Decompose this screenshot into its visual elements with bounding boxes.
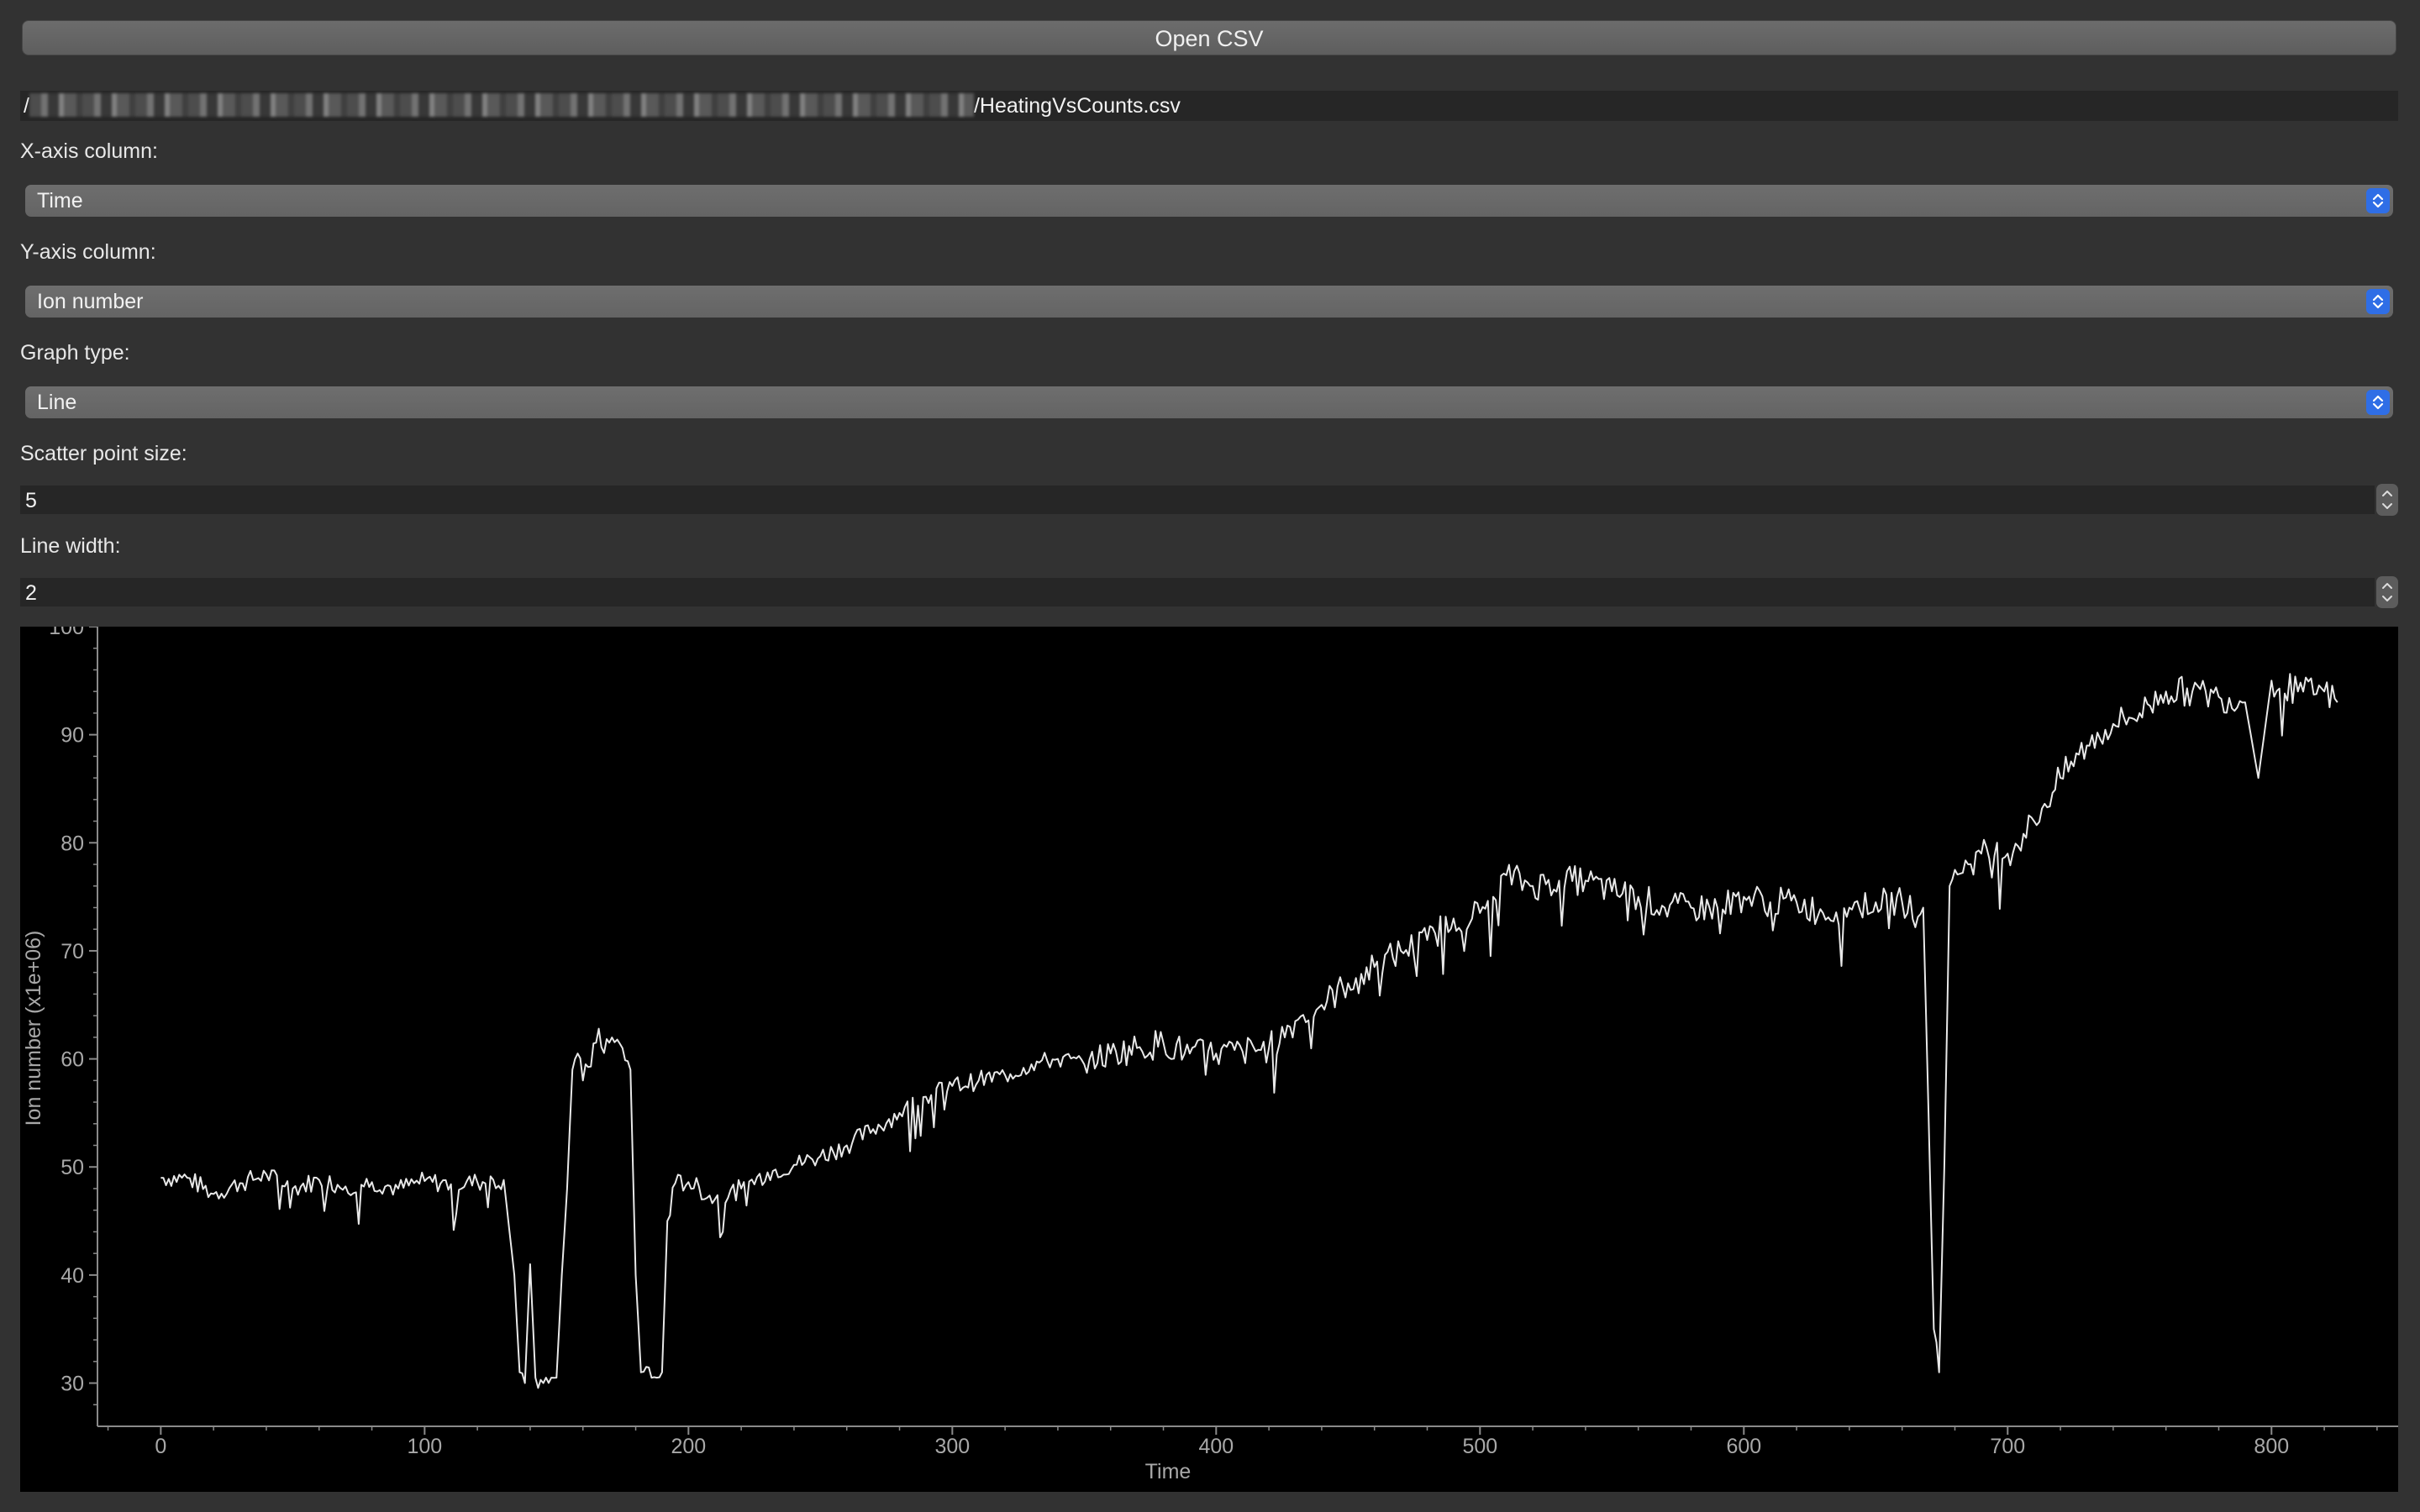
x-axis-column-value: Time	[37, 189, 83, 213]
x-tick-label: 200	[671, 1435, 706, 1458]
y-tick-label: 80	[60, 832, 84, 855]
x-tick-label: 700	[1990, 1435, 2025, 1458]
x-tick-label: 800	[2254, 1435, 2289, 1458]
x-tick-label: 300	[934, 1435, 970, 1458]
scatter-point-size-input[interactable]: 5	[20, 486, 2375, 514]
line-width-input[interactable]: 2	[20, 578, 2375, 606]
plot-area[interactable]: 0 100 200 300 400 500 600 700 800 30 40 50 60 70 80 90 1…	[20, 616, 2398, 1492]
line-width-stepper[interactable]	[2376, 576, 2398, 608]
series-line	[160, 673, 2338, 1389]
y-axis-label: Ion number (x1e+06)	[22, 931, 45, 1126]
x-tick-label: 500	[1462, 1435, 1497, 1458]
y-tick-label: 90	[60, 724, 84, 748]
y-tick-label: 50	[60, 1156, 84, 1179]
y-axis-select-chevron-icon	[2366, 289, 2390, 314]
line-width-label: Line width:	[20, 534, 121, 558]
y-tick-label: 30	[60, 1373, 84, 1396]
open-csv-button[interactable]: Open CSV	[22, 20, 2396, 55]
y-tick-label: 40	[60, 1264, 84, 1288]
file-path-filename: /HeatingVsCounts.csv	[973, 94, 1181, 118]
scatter-point-size-label: Scatter point size:	[20, 442, 187, 465]
y-tick-label: 60	[60, 1048, 84, 1072]
x-axis-column-label: X-axis column:	[20, 139, 158, 163]
file-path-prefix: /	[24, 94, 29, 118]
x-tick-label: 100	[407, 1435, 442, 1458]
x-tick-label: 600	[1726, 1435, 1761, 1458]
y-axis-column-label: Y-axis column:	[20, 240, 156, 264]
x-axis-select-chevron-icon	[2366, 188, 2390, 213]
x-tick-label: 0	[155, 1435, 166, 1458]
scatter-size-stepper[interactable]	[2376, 484, 2398, 516]
file-path-field: / /HeatingVsCounts.csv	[20, 91, 2398, 121]
y-tick-label: 100	[49, 627, 84, 639]
x-axis-label: Time	[1145, 1460, 1192, 1483]
graph-type-value: Line	[37, 391, 77, 414]
graph-type-label: Graph type:	[20, 341, 130, 365]
graph-type-select[interactable]: Line	[25, 386, 2393, 418]
chart-axes: 0 100 200 300 400 500 600 700 800 30 40 50 60 70 80 90 1…	[49, 616, 2398, 1458]
line-chart: 0 100 200 300 400 500 600 700 800 30 40 50 60 70 80 90 1…	[22, 616, 2398, 1483]
y-tick-label: 70	[60, 940, 84, 963]
x-tick-label: 400	[1198, 1435, 1234, 1458]
graph-type-select-chevron-icon	[2366, 390, 2390, 415]
redacted-path-segment	[29, 93, 974, 118]
x-axis-column-select[interactable]: Time	[25, 185, 2393, 217]
y-axis-column-value: Ion number	[37, 290, 144, 313]
y-axis-column-select[interactable]: Ion number	[25, 286, 2393, 318]
